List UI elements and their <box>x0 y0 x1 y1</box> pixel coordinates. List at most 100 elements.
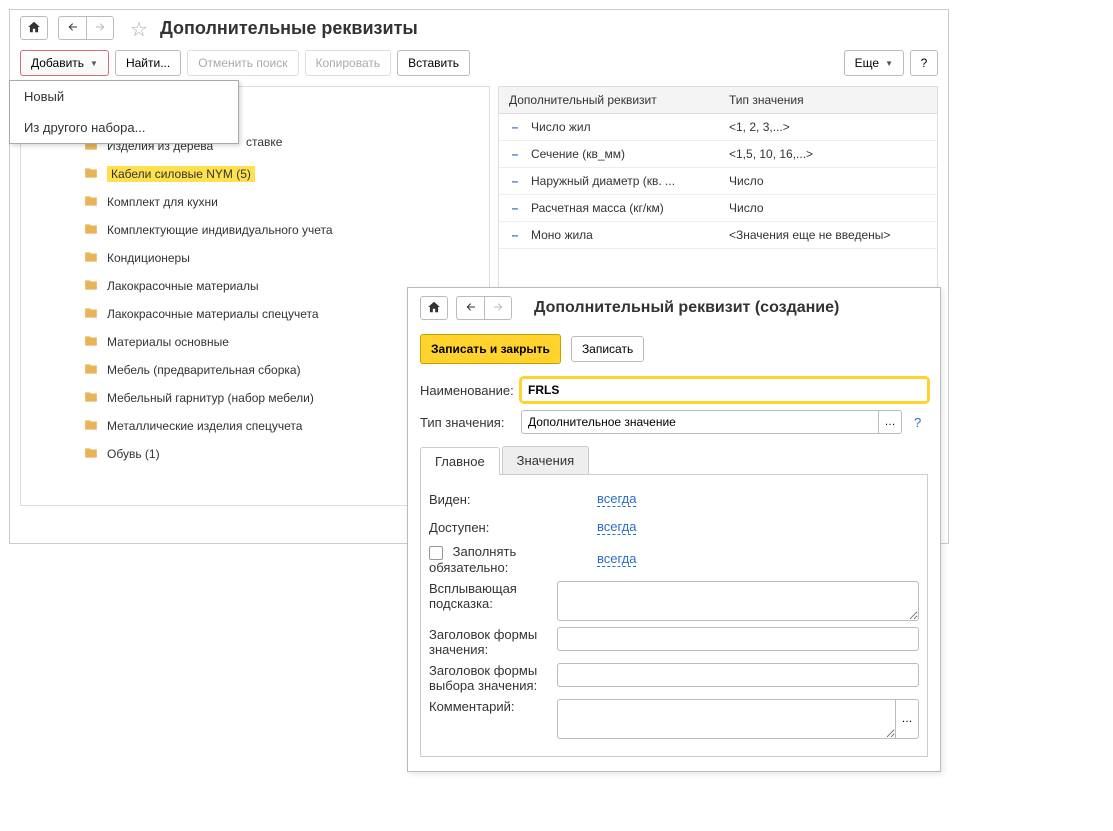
form-header-row: Заголовок формы значения: <box>429 624 919 660</box>
required-checkbox[interactable] <box>429 546 443 560</box>
type-row: Тип значения: … ? <box>408 406 940 438</box>
save-close-button[interactable]: Записать и закрыть <box>420 334 561 364</box>
forward-button[interactable] <box>86 16 114 40</box>
dropdown-item-new[interactable]: Новый <box>10 81 238 112</box>
form-header-input[interactable] <box>557 627 919 651</box>
type-label: Тип значения: <box>420 415 515 430</box>
tab-main-body: Виден: всегда Доступен: всегда Заполнять… <box>420 475 928 757</box>
th-type: Тип значения <box>719 87 937 113</box>
cell-property-text: Расчетная масса (кг/км) <box>531 201 664 215</box>
type-help-button[interactable]: ? <box>914 415 928 430</box>
minus-icon: – <box>509 228 521 242</box>
available-link[interactable]: всегда <box>597 519 636 535</box>
choice-header-input[interactable] <box>557 663 919 687</box>
visible-link[interactable]: всегда <box>597 491 636 507</box>
home-icon <box>427 300 441 317</box>
caret-down-icon: ▼ <box>90 59 98 68</box>
favorite-button[interactable]: ☆ <box>124 16 150 40</box>
dialog-forward-button[interactable] <box>484 296 512 320</box>
required-label: Заполнять обязательно: <box>429 544 589 575</box>
home-button[interactable] <box>20 16 48 40</box>
cell-property: –Моно жила <box>499 222 719 248</box>
folder-icon <box>83 250 99 267</box>
tree-item-label: Кондиционеры <box>107 251 190 265</box>
cell-property-text: Наружный диаметр (кв. ... <box>531 174 675 188</box>
required-link[interactable]: всегда <box>597 551 636 567</box>
dialog-nav-group <box>456 296 512 320</box>
copy-button[interactable]: Копировать <box>305 50 392 76</box>
nav-group <box>58 16 114 40</box>
folder-icon <box>83 390 99 407</box>
name-row: Наименование: <box>408 374 940 406</box>
ellipsis-icon: … <box>885 416 896 428</box>
choice-header-row: Заголовок формы выбора значения: <box>429 660 919 696</box>
more-button-label: Еще <box>855 56 879 70</box>
type-input[interactable] <box>521 410 878 434</box>
folder-icon <box>83 166 99 183</box>
folder-icon <box>83 334 99 351</box>
folder-icon <box>83 446 99 463</box>
tree-item-label: Лакокрасочные материалы спецучета <box>107 307 319 321</box>
dialog-window: Дополнительный реквизит (создание) Запис… <box>407 287 941 772</box>
name-input[interactable] <box>521 378 928 402</box>
name-label: Наименование: <box>420 383 515 398</box>
tree-item[interactable]: Комплектующие индивидуального учета <box>79 216 489 244</box>
add-dropdown: Новый Из другого набора... <box>9 80 239 144</box>
table-row[interactable]: –Сечение (кв_мм)<1,5, 10, 16,...> <box>499 141 937 168</box>
visible-row: Виден: всегда <box>429 485 919 513</box>
back-button[interactable] <box>58 16 86 40</box>
dialog-back-button[interactable] <box>456 296 484 320</box>
tree-item-label: Материалы основные <box>107 335 229 349</box>
cell-property-text: Число жил <box>531 120 591 134</box>
paste-button[interactable]: Вставить <box>397 50 470 76</box>
help-button[interactable]: ? <box>910 50 938 76</box>
folder-icon <box>83 222 99 239</box>
table-row[interactable]: –Моно жила<Значения еще не введены> <box>499 222 937 249</box>
type-picker-button[interactable]: … <box>878 410 902 434</box>
type-input-wrap: … <box>521 410 902 434</box>
tooltip-input[interactable] <box>557 581 919 621</box>
table-row[interactable]: –Наружный диаметр (кв. ...Число <box>499 168 937 195</box>
tree-item[interactable]: Кабели силовые NYM (5) <box>79 160 489 188</box>
cell-property: –Число жил <box>499 114 719 140</box>
dialog-home-button[interactable] <box>420 296 448 320</box>
tree-item-label: Обувь (1) <box>107 447 160 461</box>
add-button[interactable]: Добавить ▼ <box>20 50 109 76</box>
available-row: Доступен: всегда <box>429 513 919 541</box>
cell-type: Число <box>719 195 937 221</box>
cell-property-text: Моно жила <box>531 228 593 242</box>
tree-item[interactable]: Кондиционеры <box>79 244 489 272</box>
comment-input-wrap: … <box>557 699 919 739</box>
choice-header-label: Заголовок формы выбора значения: <box>429 663 549 693</box>
dropdown-item-from-other[interactable]: Из другого набора... <box>10 112 238 143</box>
table-row[interactable]: –Расчетная масса (кг/км)Число <box>499 195 937 222</box>
minus-icon: – <box>509 120 521 134</box>
folder-icon <box>83 278 99 295</box>
cell-property: –Расчетная масса (кг/км) <box>499 195 719 221</box>
tree-item-label: Лакокрасочные материалы <box>107 279 259 293</box>
comment-picker-button[interactable]: … <box>895 699 919 739</box>
more-button[interactable]: Еще ▼ <box>844 50 904 76</box>
folder-icon <box>83 362 99 379</box>
tree-item-label: Мебельный гарнитур (набор мебели) <box>107 391 314 405</box>
tree-item-label: Металлические изделия спецучета <box>107 419 302 433</box>
folder-icon <box>83 194 99 211</box>
tree-item-label: Мебель (предварительная сборка) <box>107 363 301 377</box>
ellipsis-icon: … <box>902 713 913 725</box>
dialog-titlebar: Дополнительный реквизит (создание) <box>408 288 940 328</box>
form-header-label: Заголовок формы значения: <box>429 627 549 657</box>
tree-item-label: Кабели силовые NYM (5) <box>107 166 255 182</box>
cancel-search-button[interactable]: Отменить поиск <box>187 50 298 76</box>
save-button[interactable]: Записать <box>571 336 644 362</box>
tooltip-row: Всплывающая подсказка: <box>429 578 919 624</box>
comment-row: Комментарий: … <box>429 696 919 742</box>
cell-property-text: Сечение (кв_мм) <box>531 147 625 161</box>
comment-input[interactable] <box>557 699 895 739</box>
cell-property: –Наружный диаметр (кв. ... <box>499 168 719 194</box>
table-row[interactable]: –Число жил<1, 2, 3,...> <box>499 114 937 141</box>
tree-item[interactable]: Комплект для кухни <box>79 188 489 216</box>
tab-values[interactable]: Значения <box>502 446 589 474</box>
find-button[interactable]: Найти... <box>115 50 181 76</box>
tab-main[interactable]: Главное <box>420 447 500 475</box>
tree-item-label: Комплектующие индивидуального учета <box>107 223 333 237</box>
